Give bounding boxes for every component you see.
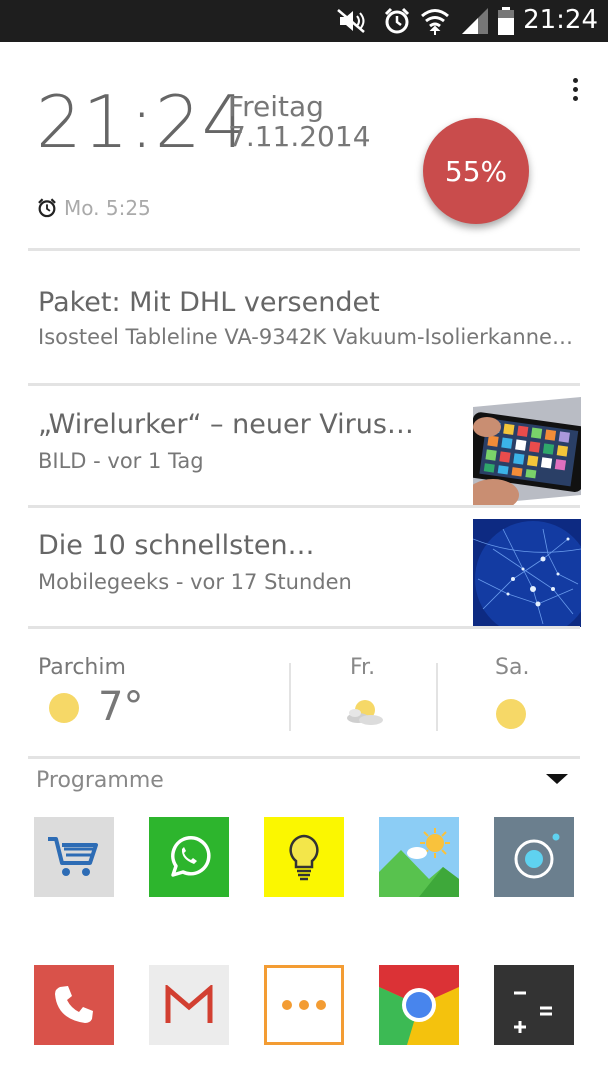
gallery-app[interactable] — [379, 817, 459, 897]
sun-icon — [49, 693, 79, 723]
phone-icon — [55, 986, 93, 1023]
calculator-app[interactable] — [494, 965, 574, 1045]
camera-app[interactable] — [494, 817, 574, 897]
shopping-cart-icon — [48, 837, 98, 876]
notification-title: Paket: Mit DHL versendet — [38, 287, 380, 318]
more-apps-button[interactable] — [264, 965, 344, 1045]
battery-percent-badge[interactable]: 55% — [423, 118, 529, 224]
shopping-cart-app[interactable] — [34, 817, 114, 897]
news-source: Mobilegeeks - vor 17 Stunden — [38, 570, 352, 594]
chrome-icon — [379, 965, 459, 1045]
sun-icon — [496, 699, 526, 729]
news-thumbnail-network — [473, 519, 581, 627]
weather-separator — [289, 663, 291, 731]
forecast-day: Fr. — [350, 655, 376, 680]
whatsapp-icon — [171, 836, 211, 877]
alarm-time: Mo. 5:25 — [64, 196, 151, 220]
divider — [28, 248, 580, 251]
status-bar-time: 21:24 — [523, 5, 598, 35]
next-alarm[interactable]: Mo. 5:25 — [36, 196, 151, 220]
news-title: Die 10 schnellsten… — [38, 530, 315, 561]
camera-icon — [514, 833, 560, 879]
clock-time[interactable]: 21:24 — [36, 80, 249, 164]
gmail-app[interactable] — [149, 965, 229, 1045]
gallery-icon — [379, 817, 459, 897]
signal-icon — [462, 8, 488, 34]
divider — [28, 756, 580, 759]
divider — [28, 505, 580, 508]
alarm-clock-icon — [38, 198, 56, 218]
lightbulb-icon — [289, 834, 319, 881]
wifi-icon — [421, 9, 449, 35]
weather-city: Parchim — [38, 655, 126, 680]
partly-cloudy-icon — [347, 700, 383, 725]
calculator-icon — [514, 991, 552, 1033]
news-title: „Wirelurker“ – neuer Virus… — [38, 409, 414, 440]
news-source: BILD - vor 1 Tag — [38, 449, 204, 473]
battery-icon — [498, 7, 514, 35]
clock-day: Freitag — [228, 90, 324, 123]
phone-app[interactable] — [34, 965, 114, 1045]
divider — [28, 626, 580, 629]
forecast-day: Sa. — [495, 655, 530, 680]
divider — [28, 383, 580, 386]
clock-date: 7.11.2014 — [228, 120, 371, 153]
whatsapp-app[interactable] — [149, 817, 229, 897]
programme-label: Programme — [36, 768, 164, 793]
lightbulb-app[interactable] — [264, 817, 344, 897]
notification-subtitle: Isosteel Tableline VA-9342K Vakuum-Isoli… — [38, 325, 573, 349]
alarm-icon — [384, 7, 410, 34]
status-bar: 21:24 — [0, 0, 608, 42]
gmail-icon — [165, 985, 213, 1023]
weather-separator — [436, 663, 438, 731]
more-dots-icon — [282, 1000, 326, 1010]
chevron-down-icon[interactable] — [546, 774, 568, 784]
weather-temperature: 7° — [98, 684, 144, 730]
overflow-menu-icon[interactable] — [566, 74, 584, 110]
mute-icon — [337, 9, 365, 33]
chrome-app[interactable] — [379, 965, 459, 1045]
news-thumbnail-smartphone — [473, 397, 581, 505]
